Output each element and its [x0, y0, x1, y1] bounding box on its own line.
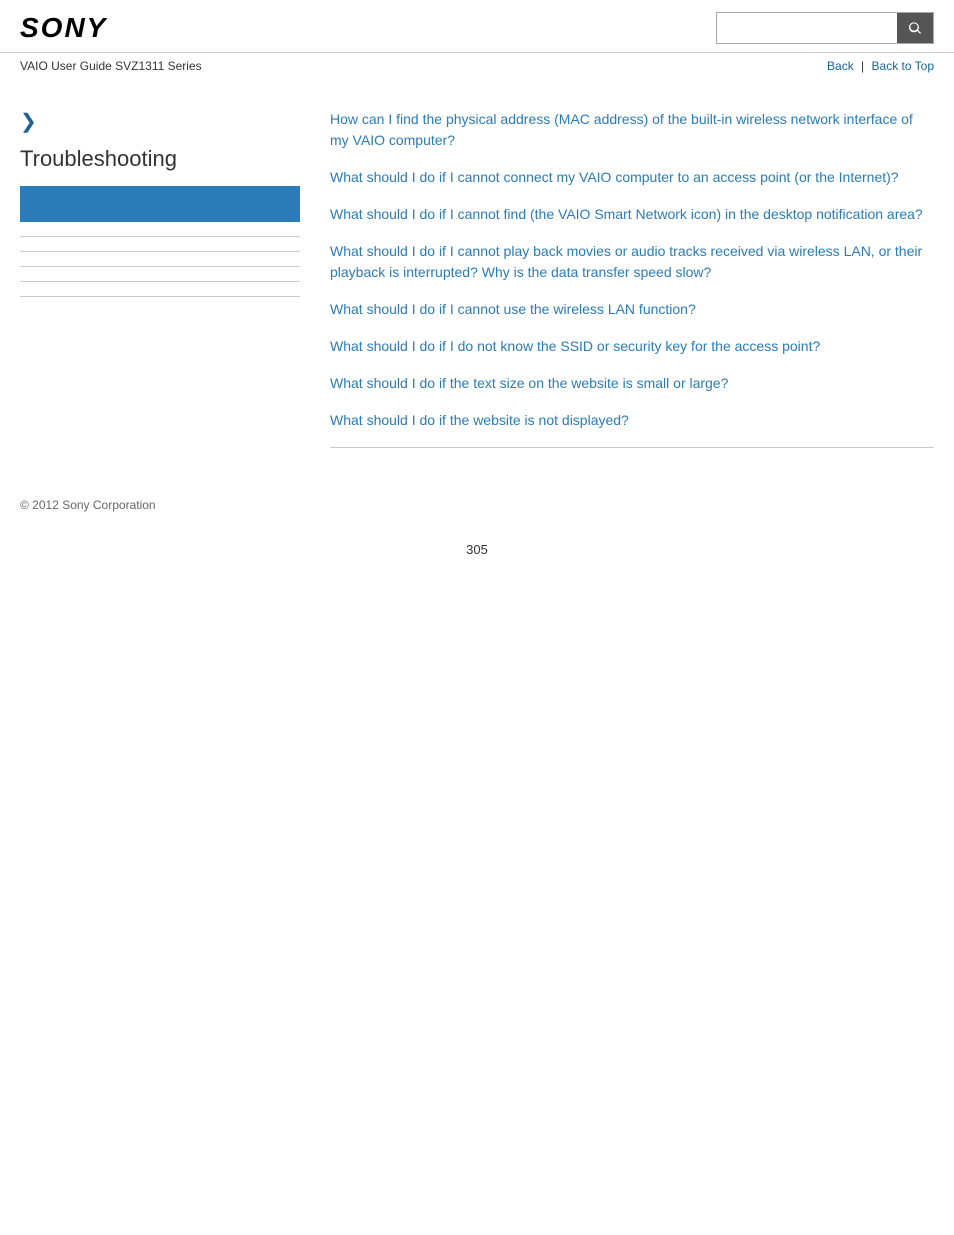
header: SONY: [0, 0, 954, 53]
search-input[interactable]: [717, 16, 897, 41]
sidebar-line-1: [20, 236, 300, 237]
article-link-3[interactable]: What should I do if I cannot play back m…: [330, 241, 934, 283]
sidebar-line-4: [20, 281, 300, 282]
search-container: [716, 12, 934, 44]
article-link-2[interactable]: What should I do if I cannot find (the V…: [330, 204, 934, 225]
back-link[interactable]: Back: [827, 59, 854, 73]
sidebar-line-3: [20, 266, 300, 267]
sidebar-title: Troubleshooting: [20, 146, 300, 172]
article-link-0[interactable]: How can I find the physical address (MAC…: [330, 109, 934, 151]
sony-logo: SONY: [20, 12, 107, 44]
article-link-1[interactable]: What should I do if I cannot connect my …: [330, 167, 934, 188]
page-number: 305: [0, 522, 954, 577]
article-link-7[interactable]: What should I do if the website is not d…: [330, 410, 934, 431]
article-link-4[interactable]: What should I do if I cannot use the wir…: [330, 299, 934, 320]
back-to-top-link[interactable]: Back to Top: [872, 59, 934, 73]
article-separator: [330, 447, 934, 448]
search-button[interactable]: [897, 13, 933, 43]
nav-separator: |: [861, 59, 864, 73]
article-link-5[interactable]: What should I do if I do not know the SS…: [330, 336, 934, 357]
sidebar: ❯ Troubleshooting: [20, 99, 320, 468]
main-content: ❯ Troubleshooting How can I find the phy…: [0, 79, 954, 468]
sidebar-arrow: ❯: [20, 109, 300, 134]
sidebar-line-5: [20, 296, 300, 297]
article: How can I find the physical address (MAC…: [320, 99, 934, 468]
guide-title: VAIO User Guide SVZ1311 Series: [20, 59, 202, 73]
search-icon: [907, 20, 923, 36]
sidebar-line-2: [20, 251, 300, 252]
article-link-6[interactable]: What should I do if the text size on the…: [330, 373, 934, 394]
copyright: © 2012 Sony Corporation: [20, 498, 156, 512]
sub-header: VAIO User Guide SVZ1311 Series Back | Ba…: [0, 53, 954, 79]
sidebar-active-item[interactable]: [20, 186, 300, 222]
back-nav: Back | Back to Top: [827, 59, 934, 73]
footer: © 2012 Sony Corporation: [0, 468, 954, 522]
